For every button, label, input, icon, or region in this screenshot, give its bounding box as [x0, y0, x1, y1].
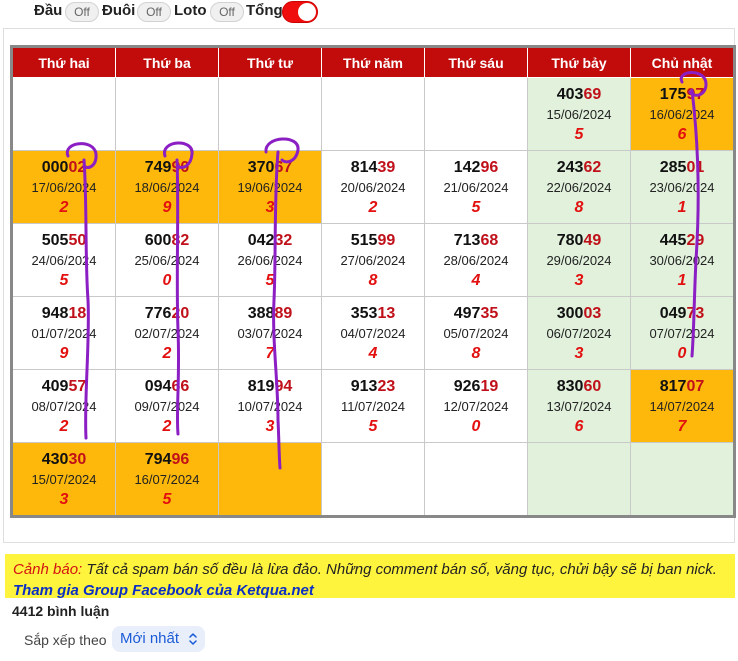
pen-circle-mark: [65, 142, 98, 169]
pen-vertical-line: [175, 158, 181, 436]
pen-vertical-line: [272, 150, 282, 470]
warning-text: Tất cả spam bán số đều là lừa đảo. Những…: [82, 561, 717, 578]
pen-vertical-line: [82, 158, 90, 440]
facebook-group-link[interactable]: Tham gia Group Facebook của Ketqua.net: [13, 582, 314, 599]
sort-value: Mới nhất: [120, 630, 180, 647]
pen-circle-mark: [264, 137, 300, 164]
comment-count: 4412 bình luận: [12, 603, 110, 619]
sort-select[interactable]: Mới nhất: [112, 626, 205, 652]
sort-label: Sắp xếp theo: [24, 632, 107, 648]
warning-banner: Cảnh báo: Tất cả spam bán số đều là lừa …: [5, 554, 735, 599]
handwritten-annotations: [65, 71, 708, 470]
pen-vertical-line: [690, 88, 700, 358]
warning-label: Cảnh báo:: [13, 561, 83, 578]
up-down-chevron-icon: [188, 626, 198, 652]
